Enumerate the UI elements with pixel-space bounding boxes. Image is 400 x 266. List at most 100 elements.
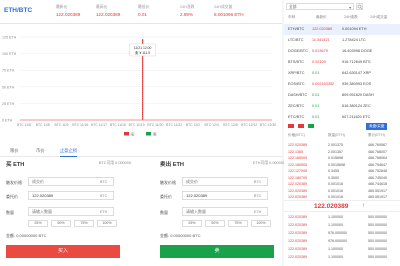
market-volume: 809.951620 DASH [342, 93, 374, 97]
x-tick-label: BTC 11/16 [72, 123, 88, 127]
col-coin[interactable]: 币种 [288, 15, 295, 20]
x-tick-label: BTC 12/2 [186, 123, 200, 127]
orderbook-bid-row[interactable]: 122.020389 1.100000 500.000000 [284, 246, 400, 254]
orderbook-mode-bids-icon[interactable] [308, 124, 314, 128]
market-volume: 0.001094 ETH [342, 27, 367, 31]
buy-pct-row: 25% 50% 75% 100% [6, 220, 131, 230]
buy-pct-50-button[interactable]: 50% [51, 220, 71, 227]
sell-qty-row: 数量 ETH [160, 207, 285, 217]
y-tick-label: 100 ETH [2, 52, 17, 56]
orderbook-depth-select[interactable]: 卖盘/买盘 [366, 123, 388, 130]
buy-available: BTC可用 0.000000 [98, 161, 131, 165]
buy-button[interactable]: 买入 [6, 245, 120, 258]
tooltip-price: 卖 ¥ 111.5 [135, 50, 150, 55]
order-type-tabs: 限价 市价 止盈止损 [0, 145, 282, 157]
market-pair: XRP/BTC [288, 71, 305, 75]
buy-pct-75-button[interactable]: 75% [74, 220, 94, 227]
buy-trigger-row: 触发价格 BTC [6, 177, 131, 187]
orderbook-bid-row[interactable]: 122.020389 1.100000 500.000000 [284, 254, 400, 262]
y-tick-label: 75 ETH [2, 69, 15, 73]
x-tick-label: BTC 11/19 [129, 123, 145, 127]
buy-pct-100-button[interactable]: 100% [97, 220, 117, 227]
orderbook-last-price: 122.020389 ↑ [284, 200, 400, 212]
market-filter-select[interactable]: 全部 ▾ [286, 3, 354, 10]
sell-form: 卖出 ETH ETH可用 0.000000 触发价格 BTC 委托价 BTC 数… [160, 160, 285, 264]
buy-pct-buttons: 25% 50% 75% 100% [28, 220, 118, 228]
x-tick-label: BTC 11/17 [91, 123, 107, 127]
trading-panel: ETH/BTC 最新价 122.020389 最高价 122.020389 最低… [0, 0, 285, 266]
market-row[interactable]: DASH/BTC 0.01 809.951620 DASH [284, 90, 400, 101]
market-pair: ETC/BTC [288, 115, 305, 119]
market-columns: 币种 最新价 24H涨跌 24H成交量 [288, 15, 398, 23]
market-header: ETH/BTC 最新价 122.020389 最高价 122.020389 最低… [0, 0, 282, 24]
market-pair: DOGE/BTC [288, 49, 308, 53]
buy-qty-row: 数量 ETH [6, 207, 131, 217]
col-volume[interactable]: 24H成交量 [370, 15, 387, 20]
market-price: 0.01 [312, 104, 320, 108]
search-icon[interactable] [356, 3, 363, 10]
stat-high-price: 最高价 122.020389 [96, 5, 121, 17]
market-row[interactable]: BTS/BTC 0.02109 916.712649 BTS [284, 57, 400, 68]
stat-low-price: 最低价 0.01 [138, 5, 150, 17]
orderbook-bid-row[interactable]: 122.020389 1.100000 500.000000 [284, 222, 400, 230]
orderbook-bid-row[interactable]: 122.020389 976.000000 500.000000 [284, 238, 400, 246]
buy-pct-25-button[interactable]: 25% [28, 220, 48, 227]
x-tick-label: BTC 11/9 [54, 123, 68, 127]
legend-label: 买 [131, 131, 135, 136]
market-row[interactable]: LTC/BTC 11.341421 1.278424 LTC [284, 35, 400, 46]
stat-last-price: 最新价 122.020389 [56, 5, 81, 17]
market-volume: 939.380993 EOS [342, 82, 372, 86]
market-row[interactable]: ZEC/BTC 0.01 516.380124 ZEC [284, 101, 400, 112]
buy-price-row: 委托价 BTC [6, 191, 131, 201]
pair-title[interactable]: ETH/BTC [4, 7, 32, 14]
col-last[interactable]: 最新价 [316, 15, 327, 20]
price-chart-svg[interactable]: 125 ETH 100 ETH 75 ETH 50 ETH 25 ETH 0 ETH BTC… [0, 27, 282, 143]
market-pair: EOS/BTC [288, 82, 305, 86]
market-row[interactable]: EOS/BTC 0.002163352 939.380993 EOS [284, 79, 400, 90]
market-row[interactable]: ETC/BTC 0.01 607.211620 ETC [284, 112, 400, 123]
x-tick-label: BTC 11/22 [166, 123, 182, 127]
y-tick-label: 50 ETH [2, 85, 15, 89]
orderbook-columns: 价格(BTC) 数量(ETH) 累计(ETH) [288, 133, 385, 137]
tab-limit[interactable]: 限价 [10, 148, 19, 154]
market-row[interactable]: DOGE/BTC 0.013679 16.403998 DOGE [284, 46, 400, 57]
exchange-app: ETH/BTC 最新价 122.020389 最高价 122.020389 最低… [0, 0, 400, 266]
chevron-down-icon: ▾ [349, 6, 351, 10]
orderbook-mode-both-icon[interactable] [288, 124, 294, 128]
legend-swatch [124, 132, 129, 136]
market-volume: 16.403998 DOGE [342, 49, 373, 53]
market-price: 0.01 [312, 71, 320, 75]
market-row[interactable]: XRP/BTC 0.01 642.630147 XRP [284, 68, 400, 79]
market-pair: DASH/BTC [288, 93, 308, 97]
x-tick-label: BTC 11/20 [147, 123, 163, 127]
market-volume: 642.630147 XRP [342, 71, 371, 75]
market-row[interactable]: ETH/BTC 122.020389 0.001094 ETH [284, 24, 400, 35]
tab-market[interactable]: 市价 [36, 148, 45, 154]
legend-label: 卖 [153, 131, 157, 136]
orderbook-mode-asks-icon[interactable] [298, 124, 304, 128]
price-chart[interactable]: 125 ETH 100 ETH 75 ETH 50 ETH 25 ETH 0 ETH BTC… [0, 27, 282, 143]
market-price: 0.002163352 [312, 82, 335, 86]
x-tick-label: BTC 12/12 [241, 123, 257, 127]
tab-stop-limit[interactable]: 止盈止损 [60, 148, 78, 157]
sell-pct-75-button[interactable]: 75% [228, 220, 248, 227]
sell-pct-25-button[interactable]: 25% [182, 220, 202, 227]
market-price: 0.01 [312, 93, 320, 97]
y-tick-label: 25 ETH [2, 102, 15, 106]
market-pair: ETH/BTC [288, 27, 305, 31]
market-volume: 916.712649 BTS [342, 60, 371, 64]
sell-button[interactable]: 卖 [160, 245, 274, 258]
market-volume: 607.211620 ETC [342, 115, 371, 119]
market-price: 122.020389 [312, 27, 333, 31]
col-change[interactable]: 24H涨跌 [344, 15, 358, 20]
sell-pct-100-button[interactable]: 100% [251, 220, 271, 227]
orderbook-bid-row[interactable]: 122.020389 1.100000 500.000000 [284, 214, 400, 222]
market-price: 11.341421 [312, 38, 330, 42]
sell-price-row: 委托价 BTC [160, 191, 285, 201]
market-volume: 1.278424 LTC [342, 38, 366, 42]
x-tick-label: BTC 12/8 [223, 123, 237, 127]
orderbook-bid-row[interactable]: 122.020389 976.000000 500.000000 [284, 230, 400, 238]
x-tick-label: BTC 11/18 [110, 123, 126, 127]
sell-pct-50-button[interactable]: 50% [205, 220, 225, 227]
x-tick-label: BTC 11/8 [36, 123, 50, 127]
